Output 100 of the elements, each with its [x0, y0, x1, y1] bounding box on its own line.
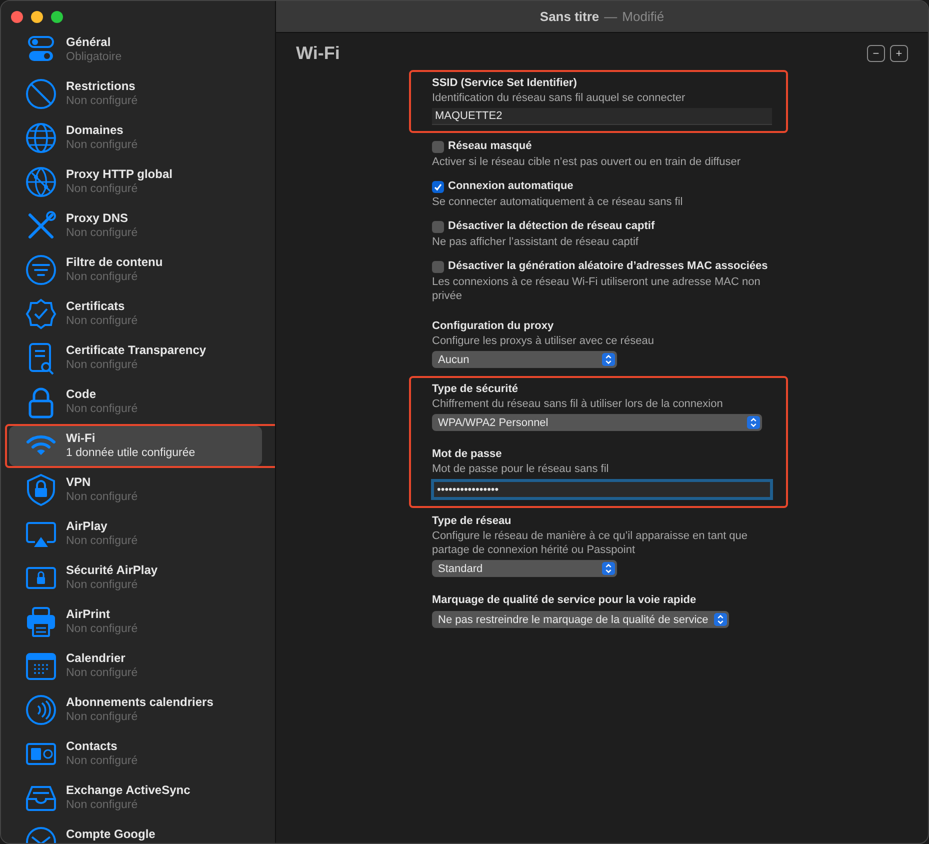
sidebar-item[interactable]: Certificats Non configuré	[9, 294, 262, 334]
title-separator: —	[604, 9, 618, 24]
item-subtitle: Non configuré	[66, 138, 138, 153]
item-subtitle: Non configuré	[66, 358, 139, 373]
item-title: Wi-Fi	[66, 431, 96, 446]
sidebar-item[interactable]: Domaines Non configuré	[9, 118, 262, 158]
field-description: Chiffrement du réseau sans fil à utiliser lors de la connexion	[432, 397, 724, 411]
item-subtitle: Obligatoire	[66, 50, 122, 65]
item-title: Filtre de contenu	[66, 255, 163, 270]
item-title: Contacts	[66, 739, 118, 754]
sidebar-item[interactable]: Proxy HTTP global Non configuré	[9, 162, 262, 202]
item-title: Certificats	[66, 299, 126, 314]
item-subtitle: Non configuré	[66, 270, 139, 285]
checkbox-label: Désactiver la génération aléatoire d’adresses MAC associées	[448, 259, 768, 274]
password-field[interactable]: ••••••••••••••••	[431, 479, 773, 500]
checkbox[interactable]	[432, 260, 444, 272]
field-label: Type de sécurité	[432, 382, 519, 397]
checkbox[interactable]	[432, 140, 444, 152]
sidebar-item[interactable]: Abonnements calendriers Non configuré	[9, 690, 262, 730]
sidebar-item[interactable]: Wi-Fi 1 donnée utile configurée	[9, 426, 262, 466]
item-subtitle: Non configuré	[66, 402, 138, 417]
item-subtitle: Non configuré	[66, 182, 139, 197]
checkbox-label: Désactiver la détection de réseau captif	[448, 219, 655, 234]
item-title: Proxy HTTP global	[66, 167, 172, 182]
item-title: Proxy DNS	[66, 211, 130, 226]
item-title: Abonnements calendriers	[66, 695, 214, 710]
sidebar-item[interactable]: Contacts Non configuré	[9, 734, 262, 774]
globe-network-icon	[24, 165, 58, 199]
checkbox-label: Connexion automatique	[448, 179, 574, 194]
sidebar-item[interactable]: AirPlay Non configuré	[9, 514, 262, 554]
item-subtitle: Non configuré	[66, 490, 138, 505]
item-title: Exchange ActiveSync	[66, 783, 190, 798]
stepper-icon	[747, 416, 760, 429]
remove-button[interactable]: −	[867, 45, 885, 62]
field-description: Configure le réseau de manière à ce qu’il apparaisse en tant que partage de connexion hérité ou Passpoint	[432, 529, 749, 557]
item-title: AirPlay	[66, 519, 108, 534]
sidebar-item[interactable]: Certificate Transparency Non configuré	[9, 338, 262, 378]
sidebar-item[interactable]: Calendrier Non configuré	[9, 646, 262, 686]
dropdown[interactable]: WPA/WPA2 Personnel	[432, 414, 762, 431]
stepper-icon	[714, 613, 728, 626]
input-field[interactable]: MAQUETTE2	[432, 108, 772, 125]
item-subtitle: Non configuré	[66, 666, 138, 681]
item-title: Certificate Transparency	[66, 343, 206, 358]
item-title: Sécurité AirPlay	[66, 563, 158, 578]
field-label: Type de réseau	[432, 514, 512, 529]
document-status: Modifié	[622, 9, 664, 24]
item-subtitle: 1 donnée utile configurée	[66, 446, 196, 461]
sidebar-item[interactable]: Restrictions Non configuré	[9, 74, 262, 114]
sidebar-item[interactable]: Exchange ActiveSync Non configuré	[9, 778, 262, 818]
sidebar-item[interactable]: Code Non configuré	[9, 382, 262, 422]
sidebar-item[interactable]: Proxy DNS Non configuré	[9, 206, 262, 246]
item-subtitle: Non configuré	[66, 534, 138, 549]
item-subtitle: Non configuré	[66, 226, 138, 241]
zoom-button[interactable]	[51, 11, 63, 23]
sidebar-item[interactable]: Général Obligatoire	[9, 30, 262, 70]
filter-icon	[24, 253, 58, 287]
item-subtitle: Non configuré	[66, 710, 139, 725]
dropdown[interactable]: Standard	[432, 560, 617, 577]
stepper-icon	[602, 562, 615, 575]
field-description: Configure les proxys à utiliser avec ce réseau	[432, 334, 655, 348]
field-label: SSID (Service Set Identifier)	[432, 76, 578, 91]
item-subtitle: Non configuré	[66, 798, 139, 813]
checkbox[interactable]	[432, 180, 444, 192]
field-description: Mot de passe pour le réseau sans fil	[432, 462, 610, 476]
checkmark-seal-icon	[24, 297, 58, 331]
minimize-button[interactable]	[31, 11, 43, 23]
item-title: Domaines	[66, 123, 124, 138]
sidebar-item[interactable]: Filtre de contenu Non configuré	[9, 250, 262, 290]
sidebar-item[interactable]: AirPrint Non configuré	[9, 602, 262, 642]
dropdown[interactable]: Ne pas restreindre le marquage de la qualité de service	[432, 611, 730, 628]
field-description: Identification du réseau sans fil auquel se connecter	[432, 91, 686, 105]
sidebar-item[interactable]: Compte Google	[9, 822, 262, 843]
dropdown[interactable]: Aucun	[432, 351, 617, 368]
item-title: Calendrier	[66, 651, 126, 666]
page-heading: Wi-Fi	[296, 43, 340, 64]
field-label: Marquage de qualité de service pour la voie rapide	[432, 593, 698, 608]
add-button[interactable]: +	[890, 45, 908, 62]
item-title: Code	[66, 387, 97, 402]
item-title: Général	[66, 35, 112, 50]
signal-waves-icon	[24, 693, 58, 727]
item-title: Restrictions	[66, 79, 136, 94]
globe-icon	[24, 121, 58, 155]
field-description: Ne pas afficher l’assistant de réseau captif	[432, 235, 640, 249]
sidebar-item[interactable]: VPN Non configuré	[9, 470, 262, 510]
printer-icon	[24, 605, 58, 639]
field-description: Se connecter automatiquement à ce réseau sans fil	[432, 195, 684, 209]
field-label: Mot de passe	[432, 447, 503, 462]
checkbox[interactable]	[432, 220, 444, 232]
shield-lock-icon	[24, 473, 58, 507]
prohibited-icon	[24, 77, 58, 111]
item-subtitle: Non configuré	[66, 754, 138, 769]
stepper-icon	[602, 353, 615, 366]
close-button[interactable]	[11, 11, 23, 23]
checkbox-label: Réseau masqué	[448, 139, 532, 154]
item-subtitle: Non configuré	[66, 314, 138, 329]
sidebar-item[interactable]: Sécurité AirPlay Non configuré	[9, 558, 262, 598]
field-description: Activer si le réseau cible n’est pas ouvert ou en train de diffuser	[432, 155, 742, 169]
item-title: VPN	[66, 475, 92, 490]
field-description: Les connexions à ce réseau Wi-Fi utiliseront une adresse MAC non privée	[432, 275, 762, 303]
item-subtitle: Non configuré	[66, 622, 138, 637]
